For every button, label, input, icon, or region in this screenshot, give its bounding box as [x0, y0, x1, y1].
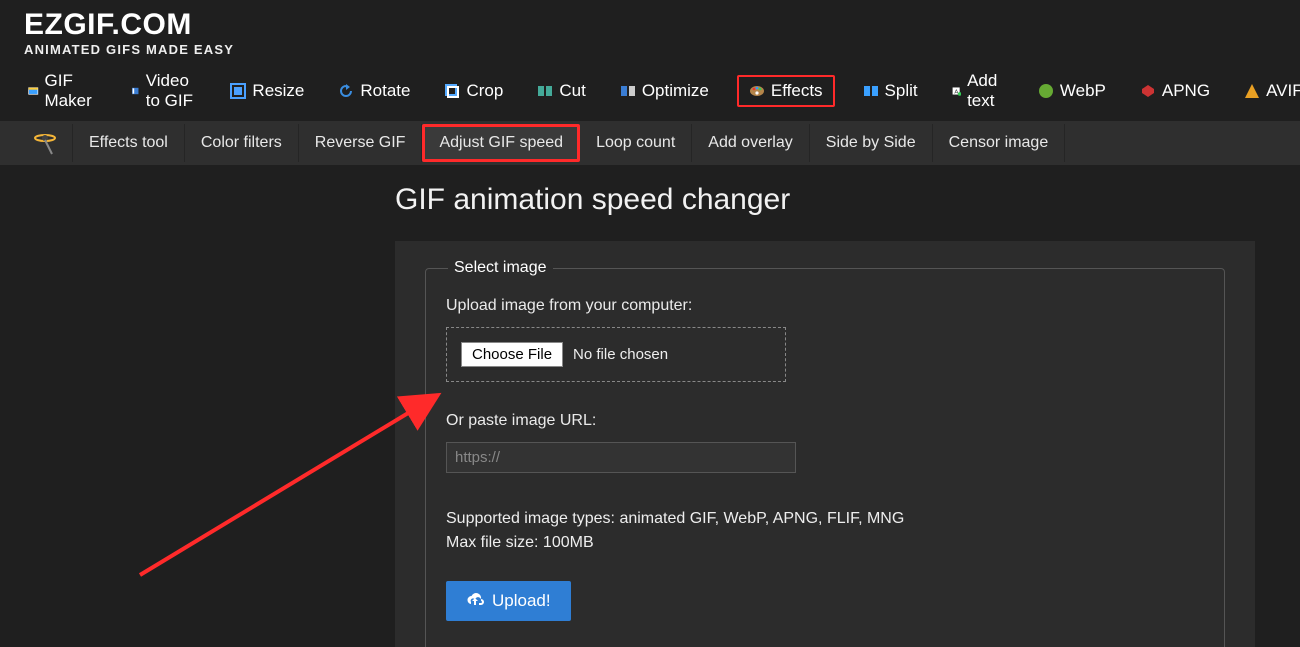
- nav-effects[interactable]: Effects: [737, 75, 835, 107]
- nav-add-text[interactable]: AAdd text: [946, 67, 1010, 115]
- rotate-icon: [338, 83, 354, 99]
- nav-apng[interactable]: APNG: [1134, 77, 1216, 105]
- logo-tagline: ANIMATED GIFS MADE EASY: [24, 42, 1276, 57]
- resize-icon: [230, 83, 246, 99]
- site-header: EZGIF.COM ANIMATED GIFS MADE EASY: [0, 0, 1300, 61]
- fieldset-legend: Select image: [448, 259, 553, 277]
- url-label: Or paste image URL:: [446, 412, 1204, 430]
- supported-types-text: Supported image types: animated GIF, Web…: [446, 507, 1204, 555]
- url-input[interactable]: [446, 442, 796, 473]
- file-drop-area[interactable]: Choose File No file chosen: [446, 327, 786, 382]
- upload-label: Upload image from your computer:: [446, 297, 1204, 315]
- page-title: GIF animation speed changer: [395, 183, 1300, 217]
- split-icon: [863, 83, 879, 99]
- gif-maker-icon: [28, 83, 39, 99]
- webp-icon: [1038, 83, 1054, 99]
- subnav-loop-count[interactable]: Loop count: [580, 124, 692, 162]
- annotation-arrow: [120, 365, 460, 595]
- effects-icon: [749, 83, 765, 99]
- nav-avif[interactable]: AVIF: [1238, 77, 1300, 105]
- subnav-effects-tool[interactable]: Effects tool: [72, 124, 185, 162]
- logo-main: EZGIF.COM: [24, 8, 1276, 42]
- nav-optimize[interactable]: Optimize: [614, 77, 715, 105]
- subnav-color-filters[interactable]: Color filters: [185, 124, 299, 162]
- upload-button[interactable]: Upload!: [446, 581, 571, 621]
- video-icon: [131, 83, 140, 99]
- nav-resize[interactable]: Resize: [224, 77, 310, 105]
- subnav-adjust-gif-speed[interactable]: Adjust GIF speed: [422, 124, 580, 162]
- optimize-icon: [620, 83, 636, 99]
- avif-icon: [1244, 83, 1260, 99]
- svg-text:A: A: [954, 89, 958, 95]
- nav-cut[interactable]: Cut: [531, 77, 591, 105]
- nav-gif-maker[interactable]: GIF Maker: [22, 67, 103, 115]
- apng-icon: [1140, 83, 1156, 99]
- cloud-upload-icon: [466, 592, 484, 610]
- choose-file-button[interactable]: Choose File: [461, 342, 563, 367]
- wand-icon: [22, 130, 68, 156]
- nav-split[interactable]: Split: [857, 77, 924, 105]
- nav-video-to-gif[interactable]: Video to GIF: [125, 67, 202, 115]
- sub-nav: Effects tool Color filters Reverse GIF A…: [0, 121, 1300, 165]
- main-nav: GIF Maker Video to GIF Resize Rotate Cro…: [0, 61, 1300, 121]
- subnav-censor-image[interactable]: Censor image: [933, 124, 1066, 162]
- crop-icon: [444, 83, 460, 99]
- subnav-reverse-gif[interactable]: Reverse GIF: [299, 124, 423, 162]
- nav-crop[interactable]: Crop: [438, 77, 509, 105]
- upload-panel: Select image Upload image from your comp…: [395, 241, 1255, 647]
- select-image-fieldset: Select image Upload image from your comp…: [425, 259, 1225, 647]
- nav-webp[interactable]: WebP: [1032, 77, 1112, 105]
- addtext-icon: A: [952, 83, 961, 99]
- subnav-side-by-side[interactable]: Side by Side: [810, 124, 933, 162]
- no-file-text: No file chosen: [573, 346, 668, 363]
- nav-rotate[interactable]: Rotate: [332, 77, 416, 105]
- subnav-add-overlay[interactable]: Add overlay: [692, 124, 810, 162]
- cut-icon: [537, 83, 553, 99]
